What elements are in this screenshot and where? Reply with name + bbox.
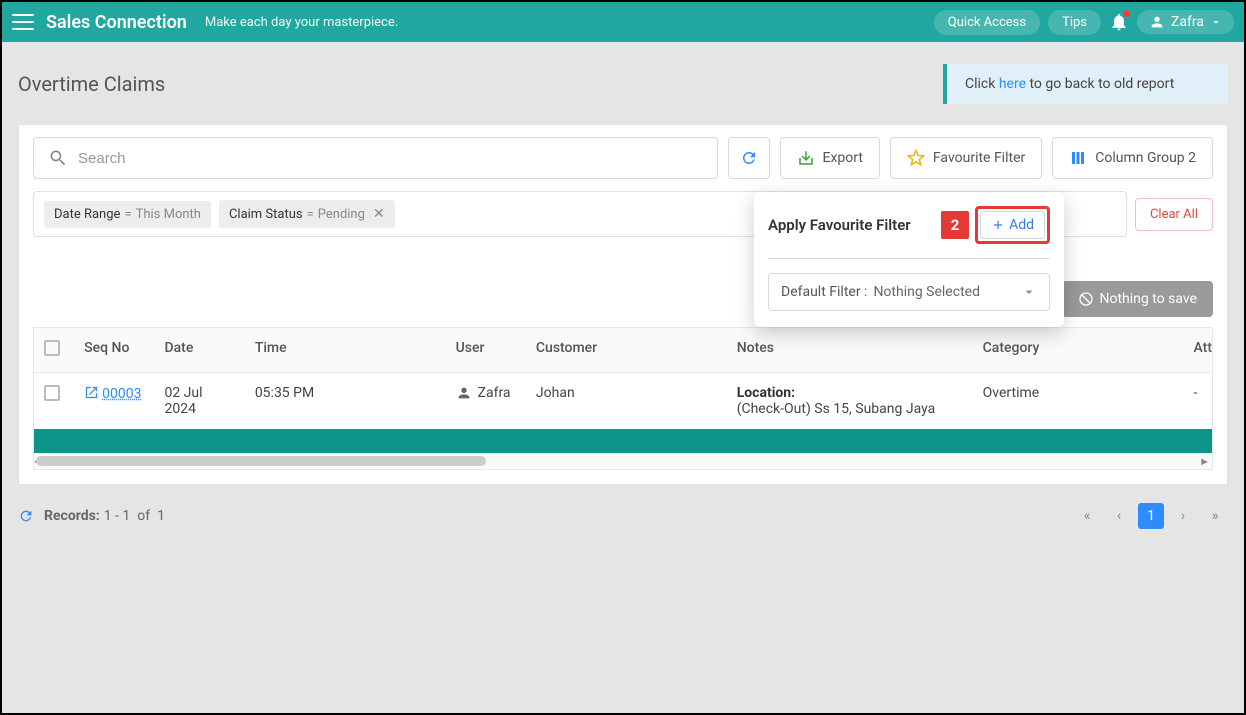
tagline: Make each day your masterpiece. <box>205 15 398 30</box>
page-prev[interactable]: ‹ <box>1106 503 1132 529</box>
favourite-filter-popover: Apply Favourite Filter 2 Add Default Fil… <box>754 192 1064 327</box>
brand-title: Sales Connection <box>46 12 187 33</box>
old-report-link[interactable]: here <box>999 76 1026 92</box>
top-bar: Sales Connection Make each day your mast… <box>2 2 1244 42</box>
table-row: 00003 02 Jul 2024 05:35 PM Zafra Johan <box>34 373 1213 430</box>
quick-access-button[interactable]: Quick Access <box>934 10 1040 35</box>
ban-icon <box>1078 291 1094 307</box>
refresh-button[interactable] <box>728 137 770 179</box>
footer-refresh-icon[interactable] <box>18 508 34 524</box>
filter-chip-date-range[interactable]: Date Range = This Month <box>44 201 211 228</box>
column-group-button[interactable]: Column Group 2 <box>1052 137 1213 179</box>
cell-category: Overtime <box>973 373 1184 430</box>
export-button[interactable]: Export <box>780 137 880 179</box>
col-seq[interactable]: Seq No <box>74 328 154 373</box>
star-icon <box>907 149 925 167</box>
chevron-down-icon <box>1021 284 1037 300</box>
filter-chip-claim-status[interactable]: Claim Status = Pending ✕ <box>219 200 395 228</box>
totals-row <box>34 429 1213 453</box>
pagination: « ‹ 1 › » <box>1074 503 1228 529</box>
page-header: Overtime Claims Click here to go back to… <box>2 42 1244 124</box>
row-checkbox[interactable] <box>44 385 60 401</box>
seq-link[interactable]: 00003 <box>102 386 141 402</box>
select-all-checkbox[interactable] <box>44 340 60 356</box>
bell-icon[interactable] <box>1109 12 1129 32</box>
page-current[interactable]: 1 <box>1138 503 1164 529</box>
cell-date: 02 Jul 2024 <box>154 373 244 430</box>
cell-notes: Location: (Check-Out) Ss 15, Subang Jaya <box>727 373 973 430</box>
table-container: Seq No Date Time User Customer Notes Cat… <box>33 327 1213 470</box>
records-label: Records: <box>44 508 100 524</box>
info-banner: Click here to go back to old report <box>943 64 1228 104</box>
cell-attach: - <box>1183 373 1213 430</box>
refresh-icon <box>740 149 758 167</box>
col-attach[interactable]: Atta <box>1183 328 1213 373</box>
col-customer[interactable]: Customer <box>526 328 727 373</box>
col-date[interactable]: Date <box>154 328 244 373</box>
search-icon <box>48 148 68 168</box>
col-time[interactable]: Time <box>245 328 446 373</box>
default-filter-select[interactable]: Default Filter : Nothing Selected <box>768 273 1050 311</box>
columns-icon <box>1069 149 1087 167</box>
menu-icon[interactable] <box>12 14 34 30</box>
footer: Records: 1 - 1 of 1 « ‹ 1 › » <box>2 491 1244 541</box>
plus-icon <box>991 218 1005 232</box>
scroll-thumb[interactable] <box>36 456 486 466</box>
search-container <box>33 137 718 179</box>
favourite-filter-button[interactable]: Favourite Filter <box>890 137 1042 179</box>
add-filter-button[interactable]: Add <box>980 211 1045 239</box>
nothing-to-save-button: Nothing to save <box>1062 281 1214 317</box>
page-first[interactable]: « <box>1074 503 1100 529</box>
download-icon <box>797 149 815 167</box>
scroll-right-icon[interactable]: ► <box>1199 455 1210 468</box>
page-title: Overtime Claims <box>18 72 165 96</box>
search-input[interactable] <box>78 150 703 167</box>
chevron-down-icon <box>1210 16 1222 28</box>
popover-title: Apply Favourite Filter <box>768 216 941 234</box>
chip-close-icon[interactable]: ✕ <box>373 206 385 222</box>
person-icon <box>456 385 472 401</box>
user-name: Zafra <box>1171 14 1204 30</box>
col-notes[interactable]: Notes <box>727 328 973 373</box>
step-badge: 2 <box>941 211 969 239</box>
tips-button[interactable]: Tips <box>1048 10 1101 35</box>
add-button-highlight: Add <box>975 206 1050 244</box>
clear-all-button[interactable]: Clear All <box>1135 198 1213 231</box>
user-menu[interactable]: Zafra <box>1137 10 1234 34</box>
page-next[interactable]: › <box>1170 503 1196 529</box>
page-last[interactable]: » <box>1202 503 1228 529</box>
notification-dot-icon <box>1123 10 1130 17</box>
external-link-icon <box>84 385 99 400</box>
cell-user: Zafra <box>456 385 516 401</box>
col-category[interactable]: Category <box>973 328 1184 373</box>
horizontal-scrollbar[interactable]: ◄ ► <box>34 453 1212 469</box>
cell-time: 05:35 PM <box>245 373 446 430</box>
cell-customer: Johan <box>526 373 727 430</box>
col-user[interactable]: User <box>446 328 526 373</box>
